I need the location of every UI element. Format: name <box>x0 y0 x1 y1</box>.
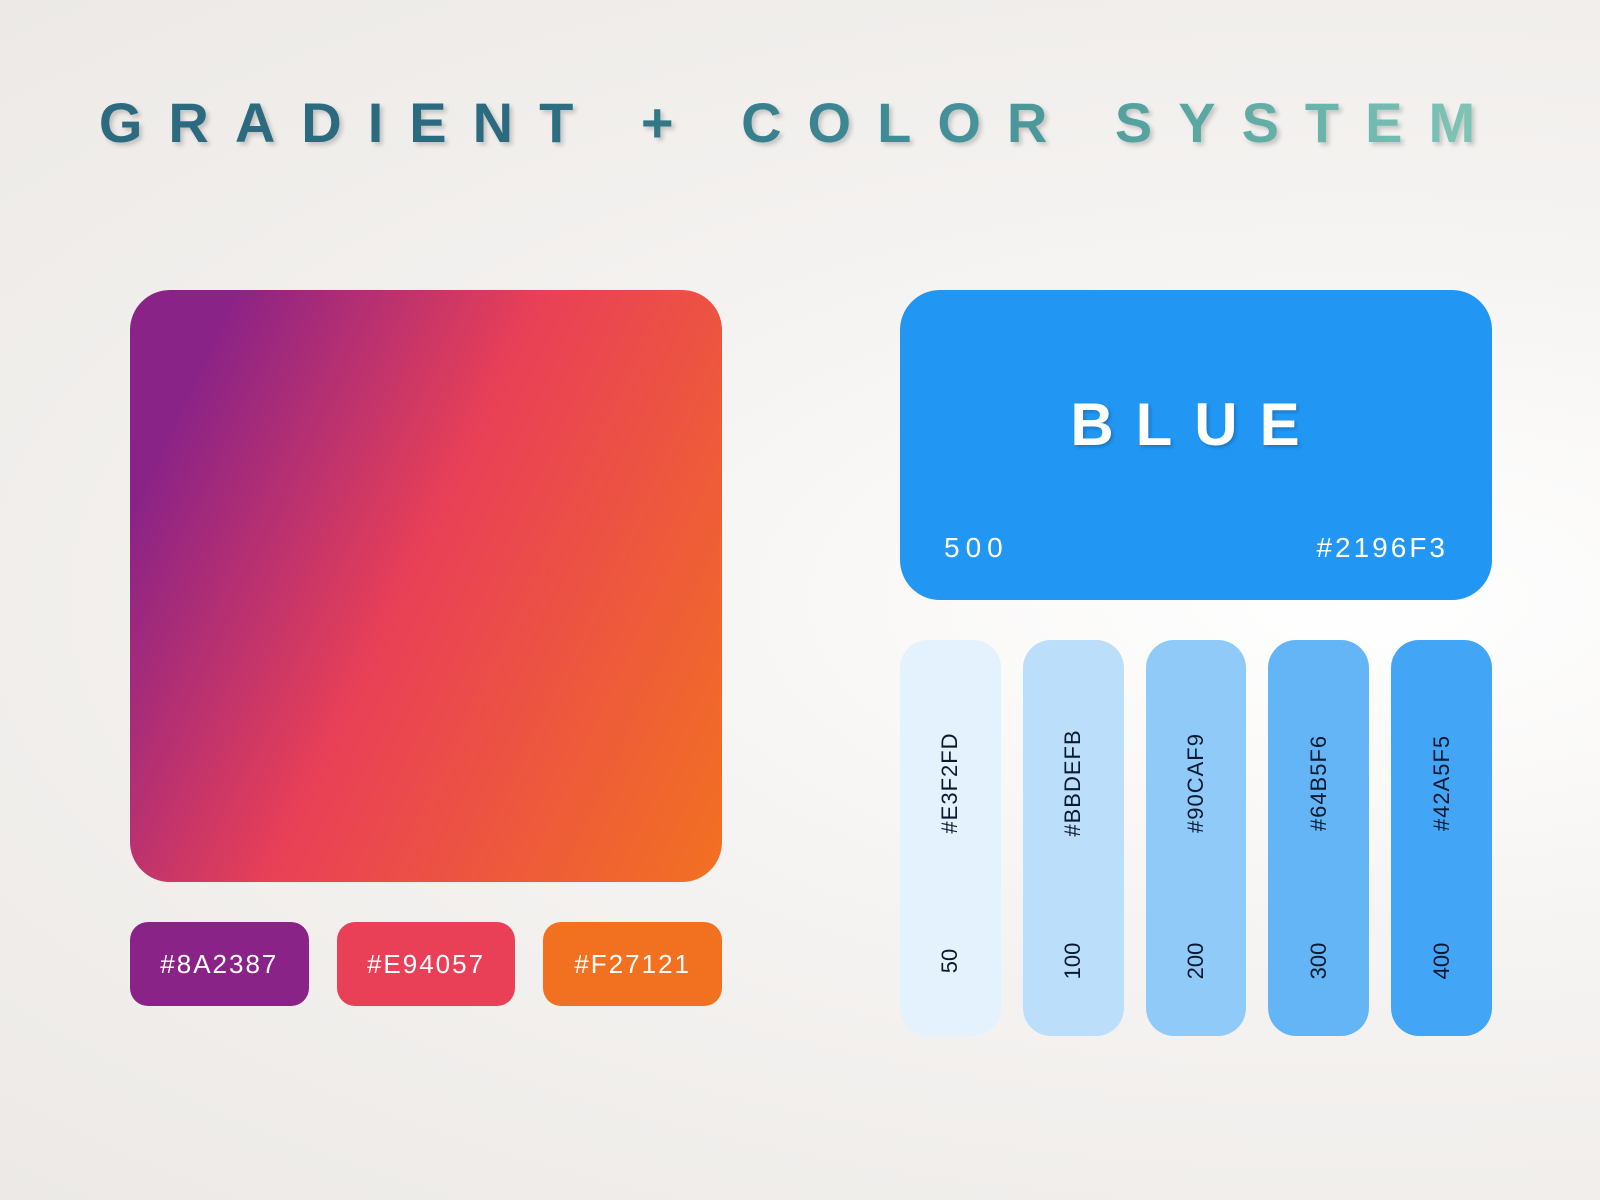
gradient-stop-chip: #E94057 <box>337 922 516 1006</box>
shade-number: 400 <box>1429 943 1455 980</box>
shade-number: 100 <box>1060 943 1086 980</box>
shade-chip: #90CAF9 200 <box>1146 640 1247 1036</box>
shade-chip: #E3F2FD 50 <box>900 640 1001 1036</box>
shade-chip: #42A5F5 400 <box>1391 640 1492 1036</box>
gradient-swatch <box>130 290 722 882</box>
shade-hex: #64B5F6 <box>1306 735 1332 831</box>
shade-hex: #E3F2FD <box>937 732 963 833</box>
shade-number: 200 <box>1183 943 1209 980</box>
color-name: BLUE <box>900 390 1492 459</box>
color-main-hex: #2196F3 <box>1316 532 1448 564</box>
shade-chip: #64B5F6 300 <box>1268 640 1369 1036</box>
shade-row: #E3F2FD 50 #BBDEFB 100 #90CAF9 200 #64B5… <box>900 640 1492 1036</box>
shade-chip: #BBDEFB 100 <box>1023 640 1124 1036</box>
shade-hex: #42A5F5 <box>1429 735 1455 831</box>
color-main-swatch: BLUE 500 #2196F3 <box>900 290 1492 600</box>
gradient-stop-hex: #8A2387 <box>160 949 278 980</box>
shade-hex: #BBDEFB <box>1060 729 1086 836</box>
gradient-stop-hex: #F27121 <box>574 949 691 980</box>
gradient-stop-hex: #E94057 <box>367 949 485 980</box>
shade-number: 300 <box>1306 943 1332 980</box>
gradient-stop-chip: #8A2387 <box>130 922 309 1006</box>
color-main-shade: 500 <box>944 532 1009 564</box>
shade-hex: #90CAF9 <box>1183 733 1209 833</box>
page-title: GRADIENT + COLOR SYSTEM <box>0 90 1600 155</box>
gradient-stop-row: #8A2387 #E94057 #F27121 <box>130 922 722 1006</box>
gradient-stop-chip: #F27121 <box>543 922 722 1006</box>
shade-number: 50 <box>937 949 963 973</box>
